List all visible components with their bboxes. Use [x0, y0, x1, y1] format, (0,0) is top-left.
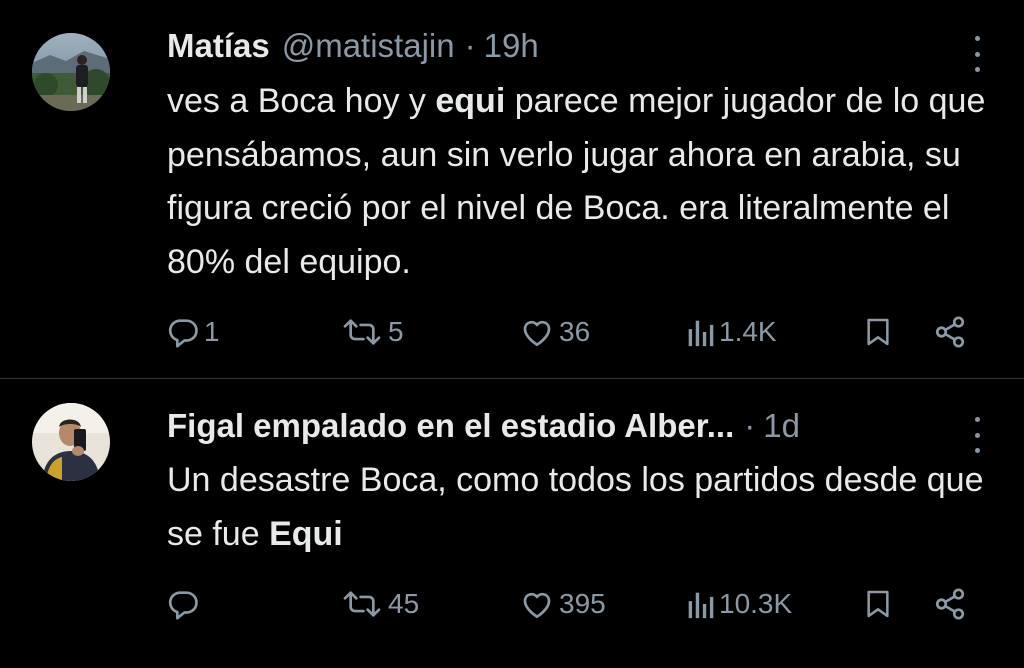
separator-dot: · [744, 407, 756, 444]
timestamp[interactable]: 1d [763, 407, 800, 445]
share-button[interactable] [932, 582, 968, 626]
views-icon [688, 320, 714, 347]
share-icon [935, 316, 965, 348]
views-button[interactable]: 1.4K [685, 310, 777, 354]
bookmark-icon [867, 590, 889, 618]
display-name[interactable]: Matías [167, 27, 270, 65]
heart-icon [523, 320, 551, 347]
action-bar: 1 5 36 1.4K [0, 310, 1024, 354]
avatar[interactable] [32, 403, 110, 481]
bookmark-icon [867, 318, 889, 346]
action-bar: 45 395 10.3K [0, 582, 1024, 626]
like-button[interactable]: 36 [519, 310, 590, 354]
more-icon[interactable] [970, 36, 984, 72]
share-icon [935, 588, 965, 620]
tweet-header: Matías @matistajin · 19h [167, 26, 944, 66]
text-bold: Equi [269, 514, 343, 553]
retweet-button[interactable]: 5 [340, 310, 404, 354]
text-bold: equi [435, 82, 506, 120]
retweet-count: 45 [388, 588, 420, 619]
more-icon[interactable] [970, 417, 984, 453]
like-count: 395 [559, 588, 606, 619]
tweet-header: Figal empalado en el estadio Alber... · … [167, 406, 944, 446]
views-button[interactable]: 10.3K [685, 582, 792, 626]
reply-icon [168, 591, 198, 620]
bookmark-button[interactable] [862, 310, 894, 354]
tweet[interactable]: Figal empalado en el estadio Alber... · … [0, 379, 1024, 668]
timestamp[interactable]: 19h [484, 27, 539, 65]
tweet[interactable]: Matías @matistajin · 19h ves a Boca hoy … [0, 0, 1024, 379]
heart-icon [523, 592, 551, 619]
display-name[interactable]: Figal empalado en el estadio Alber... [167, 407, 734, 445]
retweet-button[interactable]: 45 [340, 582, 419, 626]
bookmark-button[interactable] [862, 582, 894, 626]
avatar[interactable] [32, 33, 110, 111]
like-count: 36 [559, 316, 591, 347]
tweet-text: Un desastre Boca, como todos los partido… [167, 454, 997, 561]
reply-button[interactable]: 1 [166, 310, 220, 354]
share-button[interactable] [932, 310, 968, 354]
reply-icon [168, 319, 198, 348]
retweet-count: 5 [388, 316, 404, 347]
reply-button[interactable] [166, 582, 204, 626]
tweet-text: ves a Boca hoy y equi parece mejor jugad… [167, 75, 997, 289]
views-icon [688, 592, 714, 619]
retweet-icon [343, 591, 381, 617]
reply-count: 1 [204, 316, 220, 347]
views-count: 10.3K [719, 588, 793, 619]
retweet-icon [343, 319, 381, 345]
text-part: ves a Boca hoy y [167, 82, 436, 120]
user-handle[interactable]: @matistajin [282, 27, 455, 65]
views-count: 1.4K [719, 316, 777, 347]
like-button[interactable]: 395 [519, 582, 606, 626]
separator-dot: · [464, 27, 476, 64]
